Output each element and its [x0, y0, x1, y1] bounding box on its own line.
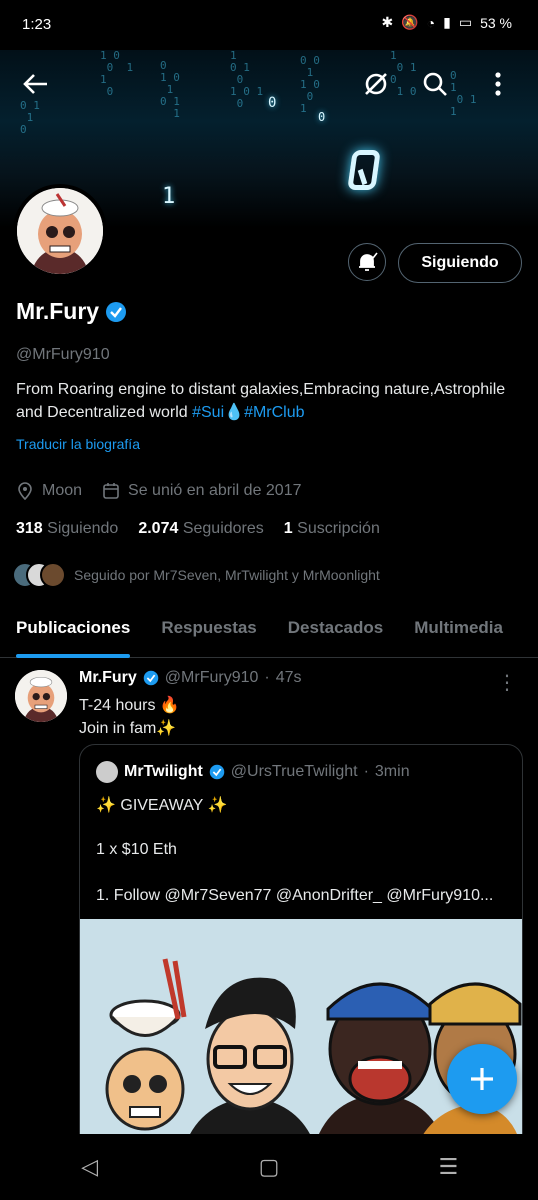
giveaway-characters-illustration — [80, 919, 522, 1163]
quoted-author-handle: @UrsTrueTwilight — [230, 763, 358, 780]
profile-name: Mr.Fury — [16, 298, 100, 324]
notifications-bell-button[interactable] — [348, 243, 386, 281]
post-separator: · — [264, 669, 270, 686]
profile-location: Moon — [42, 482, 83, 499]
quoted-separator: · — [363, 763, 369, 780]
post-author-handle[interactable]: @MrFury910 — [165, 669, 259, 687]
search-button[interactable] — [413, 62, 457, 106]
more-vertical-icon — [495, 72, 501, 96]
status-time: 1:23 — [22, 16, 52, 33]
followed-by-text: Seguido por Mr7Seven, MrTwilight y MrMoo… — [74, 567, 380, 583]
profile-name-row: Mr.Fury — [16, 298, 127, 325]
profile-meta: Moon Se unió en abril de 2017 — [16, 482, 302, 500]
quoted-post-image[interactable] — [80, 919, 522, 1163]
subscriptions-stat[interactable]: 1 Suscripción — [284, 520, 380, 538]
following-stat[interactable]: 318 Siguiendo — [16, 520, 118, 538]
quoted-author-name: MrTwilight — [124, 763, 203, 780]
tab-multimedia[interactable]: Multimedia — [398, 600, 503, 657]
status-bar: 1:23 ✱ 🔕 ◔ ▮ ▭ 53 % — [0, 0, 538, 50]
post-header: Mr.Fury @MrFury910 · 47s — [79, 669, 302, 687]
hashtag-mrclub[interactable]: #MrClub — [244, 404, 304, 421]
verified-badge-icon — [143, 670, 159, 686]
following-button[interactable]: Siguiendo — [398, 243, 522, 283]
post-author-name[interactable]: Mr.Fury — [79, 669, 137, 687]
battery-percent: 53 % — [480, 14, 512, 31]
recents-menu-icon[interactable]: ☰ — [418, 1154, 478, 1180]
profile-bio: From Roaring engine to distant galaxies,… — [16, 378, 516, 424]
bluetooth-icon: ✱ — [381, 14, 394, 30]
quoted-line: 1 x $10 Eth — [96, 841, 177, 858]
quoted-author-avatar — [96, 761, 118, 783]
profile-handle: @MrFury910 — [16, 346, 110, 363]
more-options-button[interactable] — [476, 62, 520, 106]
profile-avatar[interactable] — [13, 184, 107, 278]
system-nav-bar: ◁ ▢ ☰ — [0, 1134, 538, 1200]
verified-badge-icon — [106, 301, 127, 322]
skull-avatar-image — [15, 670, 67, 722]
followed-by-row[interactable]: Seguido por Mr7Seven, MrTwilight y MrMoo… — [12, 562, 380, 588]
signal-icon: ▮ — [443, 14, 451, 30]
tab-respuestas[interactable]: Respuestas — [145, 600, 256, 657]
profile-tabs: Publicaciones Respuestas Destacados Mult… — [0, 600, 538, 658]
droplet-emoji: 💧 — [224, 404, 245, 421]
location-pin-icon — [18, 482, 32, 500]
grok-icon — [365, 73, 387, 95]
banner-zero-glyph — [347, 150, 381, 190]
back-arrow-icon — [23, 74, 47, 94]
search-icon — [423, 72, 447, 96]
calendar-icon — [103, 483, 119, 499]
hashtag-sui[interactable]: #Sui — [192, 404, 224, 421]
profile-joined-date: Se unió en abril de 2017 — [128, 482, 302, 499]
tab-publicaciones[interactable]: Publicaciones — [0, 600, 131, 658]
battery-icon: ▭ — [458, 14, 473, 30]
status-icons: ✱ 🔕 ◔ ▮ ▭ 53 % — [381, 14, 512, 31]
quoted-line: 1. Follow @Mr7Seven77 @AnonDrifter_ @MrF… — [96, 887, 494, 904]
post-more-icon[interactable]: ⋮ — [497, 670, 517, 695]
post-author-avatar[interactable] — [15, 670, 67, 722]
home-square-icon[interactable]: ▢ — [239, 1154, 299, 1180]
wifi-icon: ◔ — [426, 14, 436, 31]
verified-badge-icon — [209, 764, 225, 780]
quoted-line: ✨ GIVEAWAY ✨ — [96, 797, 228, 814]
plus-icon — [471, 1068, 493, 1090]
post-text: T-24 hours 🔥 Join in fam✨ — [79, 694, 180, 740]
follower-avatar — [40, 562, 66, 588]
post-time[interactable]: 47s — [276, 669, 302, 687]
back-triangle-icon[interactable]: ◁ — [60, 1154, 120, 1180]
post-line: T-24 hours 🔥 — [79, 697, 180, 714]
back-button[interactable] — [14, 62, 58, 106]
quoted-time: 3min — [374, 763, 410, 780]
profile-stats: 318 Siguiendo 2.074 Seguidores 1 Suscrip… — [16, 520, 380, 538]
post-line: Join in fam✨ — [79, 720, 177, 737]
tab-destacados[interactable]: Destacados — [272, 600, 383, 657]
translate-bio-link[interactable]: Traducir la biografía — [16, 436, 140, 452]
skull-avatar-image — [17, 188, 103, 274]
quoted-post-header: MrTwilight @UrsTrueTwilight · 3min — [96, 761, 410, 783]
grok-button[interactable] — [354, 62, 398, 106]
mute-icon: 🔕 — [401, 14, 419, 30]
bell-check-icon — [359, 252, 378, 271]
followers-stat[interactable]: 2.074 Seguidores — [138, 520, 263, 538]
compose-post-button[interactable] — [447, 1044, 517, 1114]
